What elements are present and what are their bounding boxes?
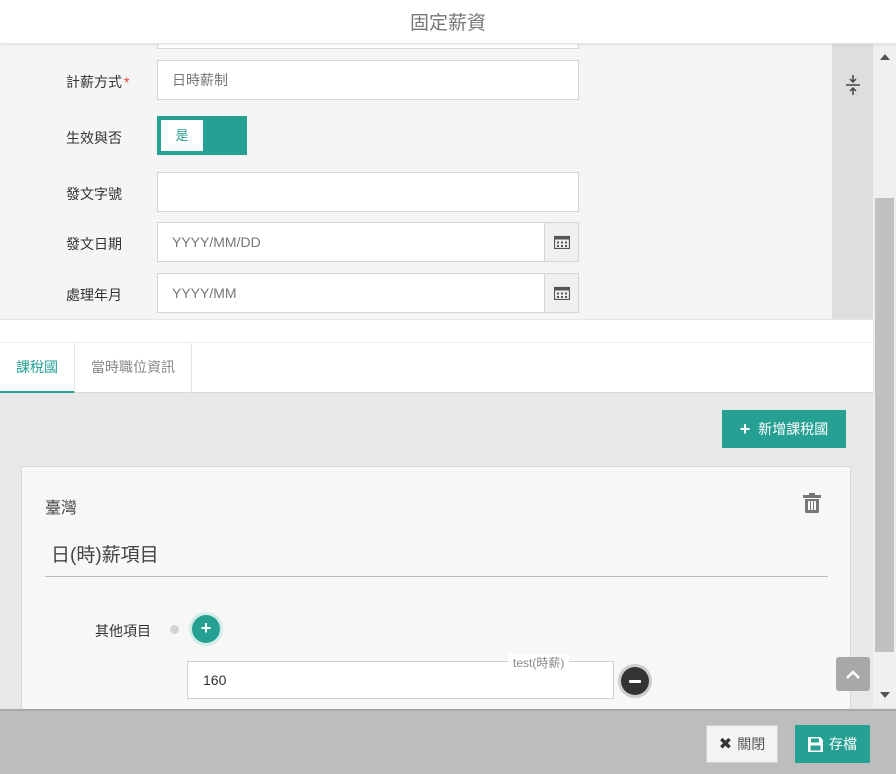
add-tax-country-button[interactable]: + 新增課稅國 xyxy=(722,410,846,448)
calendar-icon xyxy=(553,286,570,300)
effective-toggle-value: 是 xyxy=(161,120,203,151)
country-name: 臺灣 xyxy=(45,500,78,517)
scroll-top-button[interactable] xyxy=(836,657,870,691)
other-items-label: 其他項目 xyxy=(95,623,151,639)
plus-icon: + xyxy=(200,618,212,638)
triangle-up-icon xyxy=(879,54,890,60)
pay-method-label: 計薪方式 * xyxy=(66,74,130,90)
effective-toggle[interactable]: 是 xyxy=(157,116,247,155)
doc-number-input[interactable] xyxy=(157,172,579,212)
save-button[interactable]: 存檔 xyxy=(795,725,870,763)
scrollbar-thumb[interactable] xyxy=(875,198,894,652)
vertical-scrollbar[interactable] xyxy=(873,44,896,708)
triangle-down-icon xyxy=(879,692,890,698)
remove-item-button[interactable] xyxy=(621,667,649,695)
item-field-label: test(時薪) xyxy=(508,654,570,671)
dialog-title: 固定薪資 xyxy=(409,13,486,34)
add-item-button[interactable]: + xyxy=(192,615,220,643)
effective-label: 生效與否 xyxy=(66,130,122,146)
close-button-label: 關閉 xyxy=(737,736,766,752)
process-month-input[interactable] xyxy=(157,273,545,313)
previous-field-edge xyxy=(157,44,579,49)
status-dot xyxy=(170,625,179,634)
trash-icon xyxy=(803,493,821,513)
process-month-calendar-button[interactable] xyxy=(544,273,579,313)
scroll-up-button[interactable] xyxy=(873,44,896,70)
doc-date-row: 發文日期 xyxy=(0,222,832,262)
minus-icon xyxy=(629,679,641,683)
close-icon: ✖ xyxy=(718,736,733,753)
plus-icon: + xyxy=(739,419,751,439)
chevron-up-icon xyxy=(846,669,860,679)
scroll-down-button[interactable] xyxy=(873,682,896,708)
section-title: 日(時)薪項目 xyxy=(45,534,828,577)
floppy-disk-icon xyxy=(808,736,823,752)
doc-date-label: 發文日期 xyxy=(66,236,122,252)
item-field: test(時薪) xyxy=(187,654,614,699)
tab-list: 課稅國 當時職位資訊 xyxy=(0,342,873,394)
required-mark: * xyxy=(124,74,130,90)
doc-date-calendar-button[interactable] xyxy=(544,222,579,262)
delete-country-button[interactable] xyxy=(803,493,823,515)
tab-position-info[interactable]: 當時職位資訊 xyxy=(75,343,192,394)
effective-row: 生效與否 是 xyxy=(0,116,832,156)
doc-number-label: 發文字號 xyxy=(66,186,122,202)
collapse-button[interactable] xyxy=(832,72,873,98)
dialog-footer: ✖ 關閉 存檔 xyxy=(0,709,896,774)
dialog-title-bar: 固定薪資 xyxy=(0,0,896,44)
close-button[interactable]: ✖ 關閉 xyxy=(706,725,778,763)
add-tax-country-label: 新增課稅國 xyxy=(758,421,829,437)
save-button-label: 存檔 xyxy=(829,736,857,752)
calendar-icon xyxy=(553,235,570,249)
form-area: 計薪方式* 生效與否 是 發文字號 發文日期 處理年月 xyxy=(0,44,832,319)
pay-method-row: 計薪方式 * xyxy=(0,60,832,100)
doc-number-row: 發文字號 xyxy=(0,172,832,212)
tab-content: + 新增課稅國 臺灣 日(時)薪項目 其他項目 + test(時薪) xyxy=(0,393,873,709)
country-card: 臺灣 日(時)薪項目 其他項目 + test(時薪) xyxy=(21,466,851,709)
doc-date-input[interactable] xyxy=(157,222,545,262)
side-panel-strip xyxy=(832,44,873,319)
process-month-label: 處理年月 xyxy=(66,287,122,303)
collapse-vertical-icon xyxy=(845,75,860,95)
process-month-row: 處理年月 xyxy=(0,273,832,313)
tab-tax-country[interactable]: 課稅國 xyxy=(0,343,75,394)
pay-method-input[interactable] xyxy=(157,60,579,100)
tab-bar: 課稅國 當時職位資訊 xyxy=(0,319,873,394)
